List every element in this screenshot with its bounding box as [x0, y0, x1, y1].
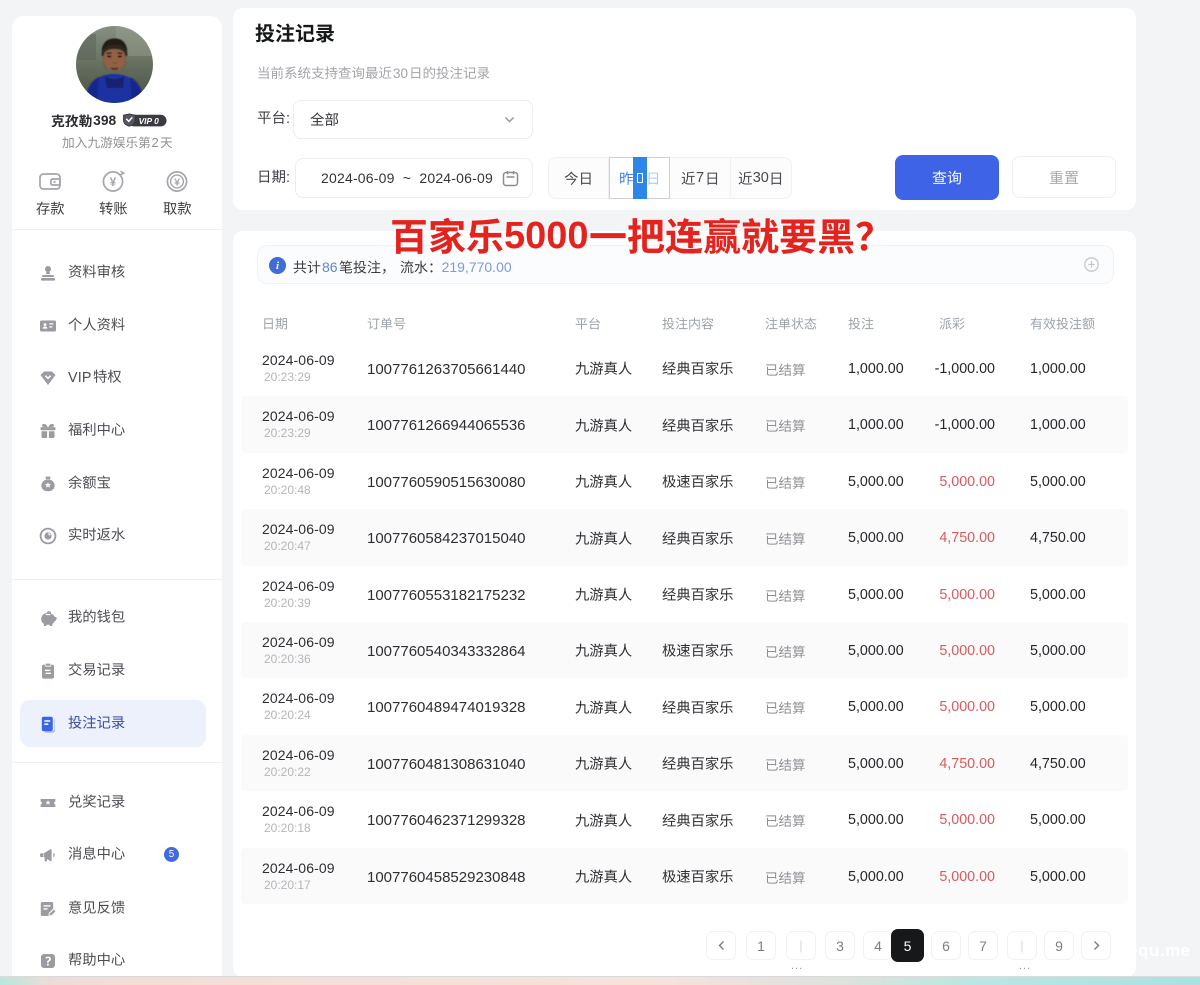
svg-text:¥: ¥ — [174, 177, 180, 189]
svg-text:¥: ¥ — [110, 177, 117, 189]
svg-text:VIP 0: VIP 0 — [139, 116, 160, 126]
